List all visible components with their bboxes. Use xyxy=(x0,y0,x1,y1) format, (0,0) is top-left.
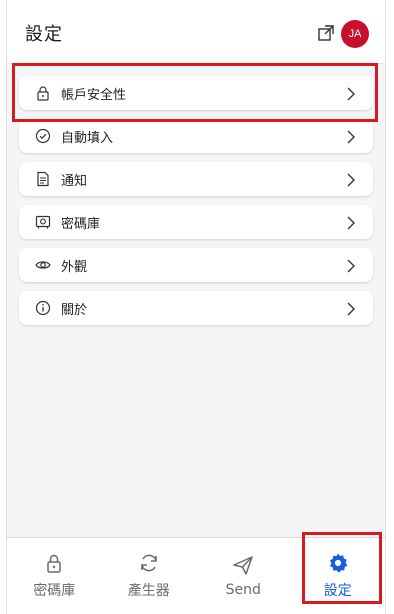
check-circle-icon xyxy=(35,128,51,144)
settings-content: 帳戶安全性 自動填入 通知 密碼庫 外觀 關於 xyxy=(7,64,385,538)
popout-icon[interactable] xyxy=(317,24,335,42)
nav-tab-label: 設定 xyxy=(323,583,352,599)
settings-item-vault[interactable]: 密碼庫 xyxy=(19,205,373,239)
settings-item-about[interactable]: 關於 xyxy=(19,291,373,325)
nav-tab-label: 產生器 xyxy=(127,583,170,599)
settings-item-label: 通知 xyxy=(61,173,88,189)
page-title: 設定 xyxy=(25,24,63,45)
lock-icon xyxy=(35,85,51,101)
nav-tab-label: Send xyxy=(225,582,261,598)
settings-item-label: 關於 xyxy=(61,302,88,318)
chevron-right-icon xyxy=(345,129,357,144)
vault-icon xyxy=(35,214,51,230)
extension-popup: 設定 JA 帳戶安全性 自動填入 通知 密碼庫 外觀 關於 密碼庫 產生器 Se… xyxy=(6,0,386,614)
header: 設定 JA xyxy=(7,0,385,64)
chevron-right-icon xyxy=(345,215,357,230)
settings-item-autofill[interactable]: 自動填入 xyxy=(19,119,373,153)
settings-item-label: 帳戶安全性 xyxy=(61,87,127,103)
gear-icon xyxy=(327,552,349,574)
nav-tab-generator[interactable]: 產生器 xyxy=(102,538,197,614)
nav-tab-vault[interactable]: 密碼庫 xyxy=(7,538,102,614)
info-icon xyxy=(35,300,51,316)
settings-item-label: 外觀 xyxy=(61,259,88,275)
nav-tab-settings[interactable]: 設定 xyxy=(291,538,386,614)
settings-item-label: 密碼庫 xyxy=(61,216,101,232)
settings-menu: 帳戶安全性 自動填入 通知 密碼庫 外觀 關於 xyxy=(19,76,373,334)
avatar-initials: JA xyxy=(348,28,362,40)
settings-item-appearance[interactable]: 外觀 xyxy=(19,248,373,282)
chevron-right-icon xyxy=(345,86,357,101)
chevron-right-icon xyxy=(345,301,357,316)
settings-item-notifications[interactable]: 通知 xyxy=(19,162,373,196)
chevron-right-icon xyxy=(345,258,357,273)
chevron-right-icon xyxy=(345,172,357,187)
nav-tab-send[interactable]: Send xyxy=(196,538,291,614)
document-icon xyxy=(35,171,51,187)
lock-icon xyxy=(43,552,65,574)
settings-item-label: 自動填入 xyxy=(61,130,114,146)
avatar[interactable]: JA xyxy=(341,20,369,48)
settings-item-account-security[interactable]: 帳戶安全性 xyxy=(19,76,373,110)
send-icon xyxy=(232,554,254,576)
bottom-nav: 密碼庫 產生器 Send 設定 xyxy=(7,537,385,614)
refresh-icon xyxy=(138,552,160,574)
eye-icon xyxy=(35,257,51,273)
nav-tab-label: 密碼庫 xyxy=(33,583,76,599)
